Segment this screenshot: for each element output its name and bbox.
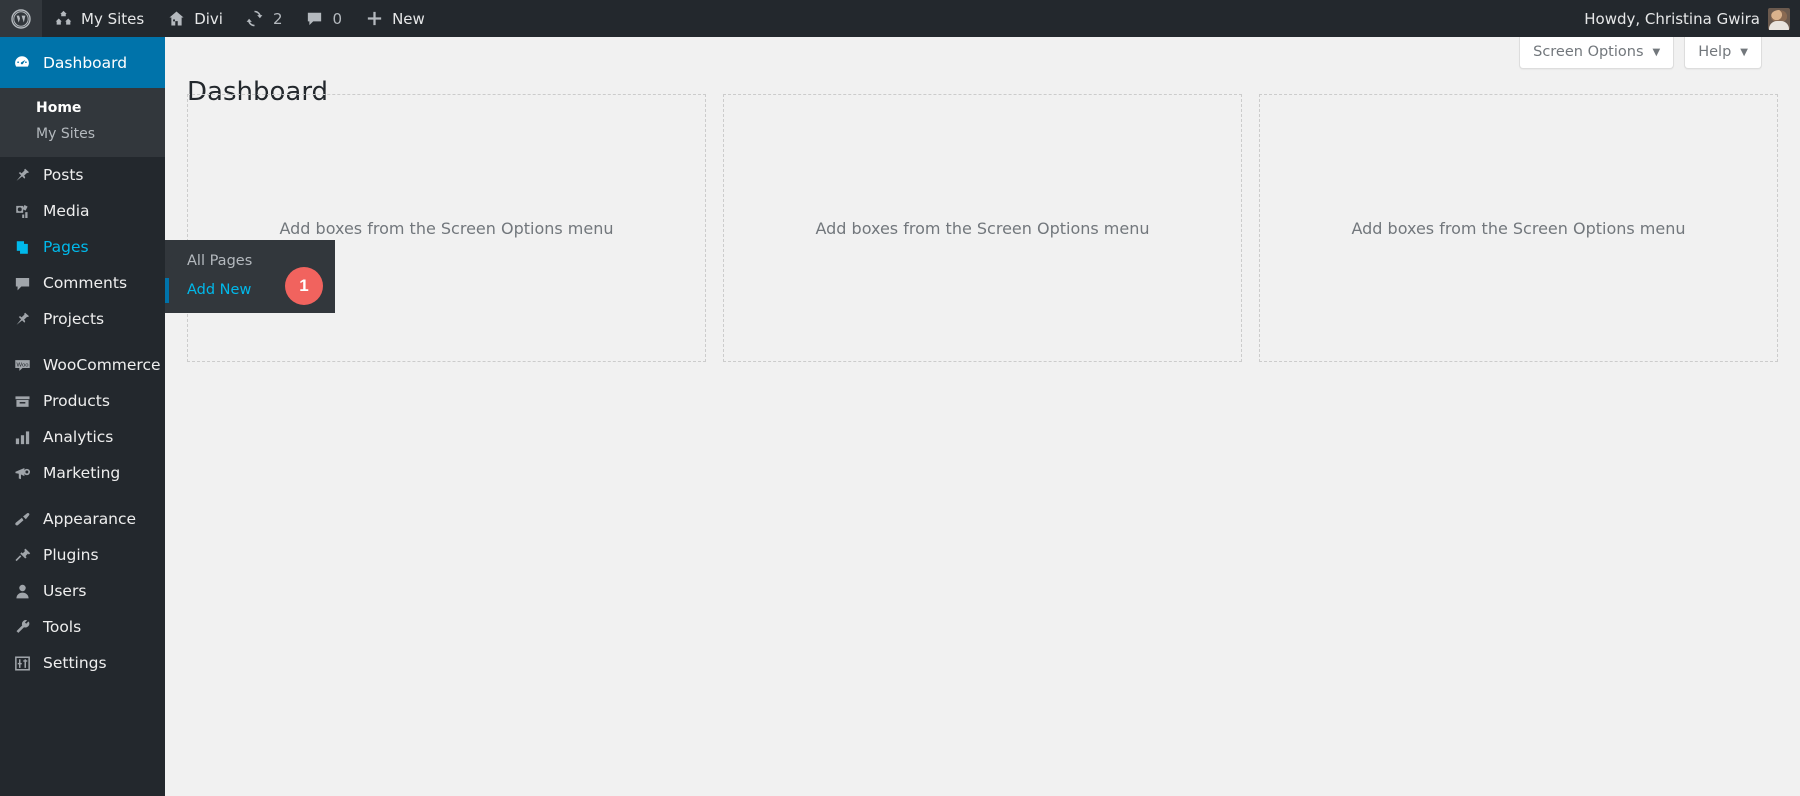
paintbrush-icon — [12, 509, 32, 529]
empty-column-text: Add boxes from the Screen Options menu — [1351, 218, 1686, 238]
chevron-down-icon: ▼ — [1740, 46, 1748, 58]
admin-bar: My Sites Divi 2 0 New Howdy, Christina G… — [0, 0, 1800, 37]
avatar — [1768, 7, 1790, 30]
sidebar-separator — [0, 337, 165, 347]
comment-bubble-icon — [305, 9, 325, 29]
pages-stack-icon — [12, 237, 32, 257]
comment-bubble-icon — [12, 273, 32, 293]
pushpin-icon — [12, 165, 32, 185]
bar-chart-icon — [12, 427, 32, 447]
sidebar-label-analytics: Analytics — [43, 428, 114, 446]
empty-column-text: Add boxes from the Screen Options menu — [815, 218, 1150, 238]
sidebar-item-projects[interactable]: Projects — [0, 301, 165, 337]
sidebar-item-posts[interactable]: Posts — [0, 157, 165, 193]
sidebar-item-tools[interactable]: Tools — [0, 609, 165, 645]
sidebar-label-settings: Settings — [43, 654, 107, 672]
sidebar-item-analytics[interactable]: Analytics — [0, 419, 165, 455]
sidebar-label-plugins: Plugins — [43, 546, 99, 564]
main-content-area: Screen Options ▼ Help ▼ Dashboard Add bo… — [165, 37, 1800, 796]
sidebar-item-dashboard[interactable]: Dashboard — [0, 37, 173, 88]
admin-bar-label-new: New — [392, 9, 425, 28]
help-button[interactable]: Help ▼ — [1684, 37, 1762, 69]
admin-bar-item-new[interactable]: New — [353, 0, 436, 37]
sidebar-label-comments: Comments — [43, 274, 128, 292]
plug-icon — [12, 545, 32, 565]
dashboard-gauge-icon — [12, 53, 32, 73]
screen-options-button[interactable]: Screen Options ▼ — [1519, 37, 1675, 69]
sidebar-label-appearance: Appearance — [43, 510, 137, 528]
sidebar-item-media[interactable]: Media — [0, 193, 165, 229]
step-badge-1: 1 — [285, 267, 323, 305]
screen-meta-links: Screen Options ▼ Help ▼ — [1519, 37, 1762, 69]
wordpress-logo-menu[interactable] — [0, 0, 42, 37]
sidebar-item-pages[interactable]: Pages — [0, 229, 165, 265]
dashboard-empty-column[interactable]: Add boxes from the Screen Options menu — [1259, 94, 1778, 362]
admin-bar-label-site-divi: Divi — [194, 9, 223, 28]
plus-icon — [364, 9, 384, 29]
chevron-down-icon: ▼ — [1652, 46, 1661, 58]
sidebar-label-media: Media — [43, 202, 90, 220]
wrench-icon — [12, 617, 32, 637]
woocommerce-icon: Woo — [12, 355, 32, 375]
sidebar-item-marketing[interactable]: Marketing — [0, 455, 165, 491]
sidebar-item-settings[interactable]: Settings — [0, 645, 165, 681]
home-icon — [166, 9, 186, 29]
sidebar-label-projects: Projects — [43, 310, 105, 328]
dashboard-empty-column[interactable]: Add boxes from the Screen Options menu — [187, 94, 706, 362]
sidebar-item-plugins[interactable]: Plugins — [0, 537, 165, 573]
sidebar-item-products[interactable]: Products — [0, 383, 165, 419]
sidebar-label-posts: Posts — [43, 166, 84, 184]
admin-bar-item-my-sites[interactable]: My Sites — [42, 0, 155, 37]
sidebar-label-dashboard: Dashboard — [43, 53, 128, 72]
admin-bar-item-site-divi[interactable]: Divi — [155, 0, 234, 37]
sidebar-separator — [0, 491, 165, 501]
admin-sidebar-menu: Dashboard Home My Sites Posts Media Page… — [0, 37, 173, 796]
sidebar-submenu-dashboard: Home My Sites — [0, 88, 165, 157]
empty-column-text: Add boxes from the Screen Options menu — [279, 218, 614, 238]
updates-refresh-icon — [245, 9, 265, 29]
admin-bar-label-my-sites: My Sites — [81, 9, 145, 28]
network-sites-icon — [53, 9, 73, 29]
settings-sliders-icon — [12, 653, 32, 673]
user-icon — [12, 581, 32, 601]
sidebar-label-tools: Tools — [43, 618, 82, 636]
products-box-icon — [12, 391, 32, 411]
sidebar-label-marketing: Marketing — [43, 464, 121, 482]
dashboard-empty-column[interactable]: Add boxes from the Screen Options menu — [723, 94, 1242, 362]
dashboard-widget-columns: Add boxes from the Screen Options menu A… — [187, 94, 1778, 362]
megaphone-icon — [12, 463, 32, 483]
svg-text:Woo: Woo — [16, 362, 29, 368]
howdy-greeting: Howdy, Christina Gwira — [1584, 9, 1760, 28]
screen-options-label: Screen Options — [1533, 44, 1644, 60]
sidebar-subitem-home[interactable]: Home — [0, 95, 165, 121]
sidebar-item-woocommerce[interactable]: Woo WooCommerce — [0, 347, 165, 383]
admin-bar-updates-count: 2 — [272, 9, 283, 28]
sidebar-label-users: Users — [43, 582, 87, 600]
sidebar-item-appearance[interactable]: Appearance — [0, 501, 165, 537]
admin-bar-comments-count: 0 — [332, 9, 343, 28]
sidebar-label-woocommerce: WooCommerce — [43, 356, 161, 374]
sidebar-subitem-my-sites[interactable]: My Sites — [0, 121, 165, 147]
admin-bar-item-updates[interactable]: 2 — [234, 0, 294, 37]
admin-bar-account-menu[interactable]: Howdy, Christina Gwira — [1573, 0, 1800, 37]
admin-bar-item-comments[interactable]: 0 — [294, 0, 354, 37]
sidebar-item-users[interactable]: Users — [0, 573, 165, 609]
media-photos-icon — [12, 201, 32, 221]
pushpin-icon — [12, 309, 32, 329]
sidebar-item-comments[interactable]: Comments — [0, 265, 165, 301]
help-label: Help — [1698, 44, 1732, 60]
sidebar-label-products: Products — [43, 392, 110, 410]
sidebar-label-pages: Pages — [43, 238, 89, 256]
wordpress-logo-icon — [11, 8, 31, 29]
